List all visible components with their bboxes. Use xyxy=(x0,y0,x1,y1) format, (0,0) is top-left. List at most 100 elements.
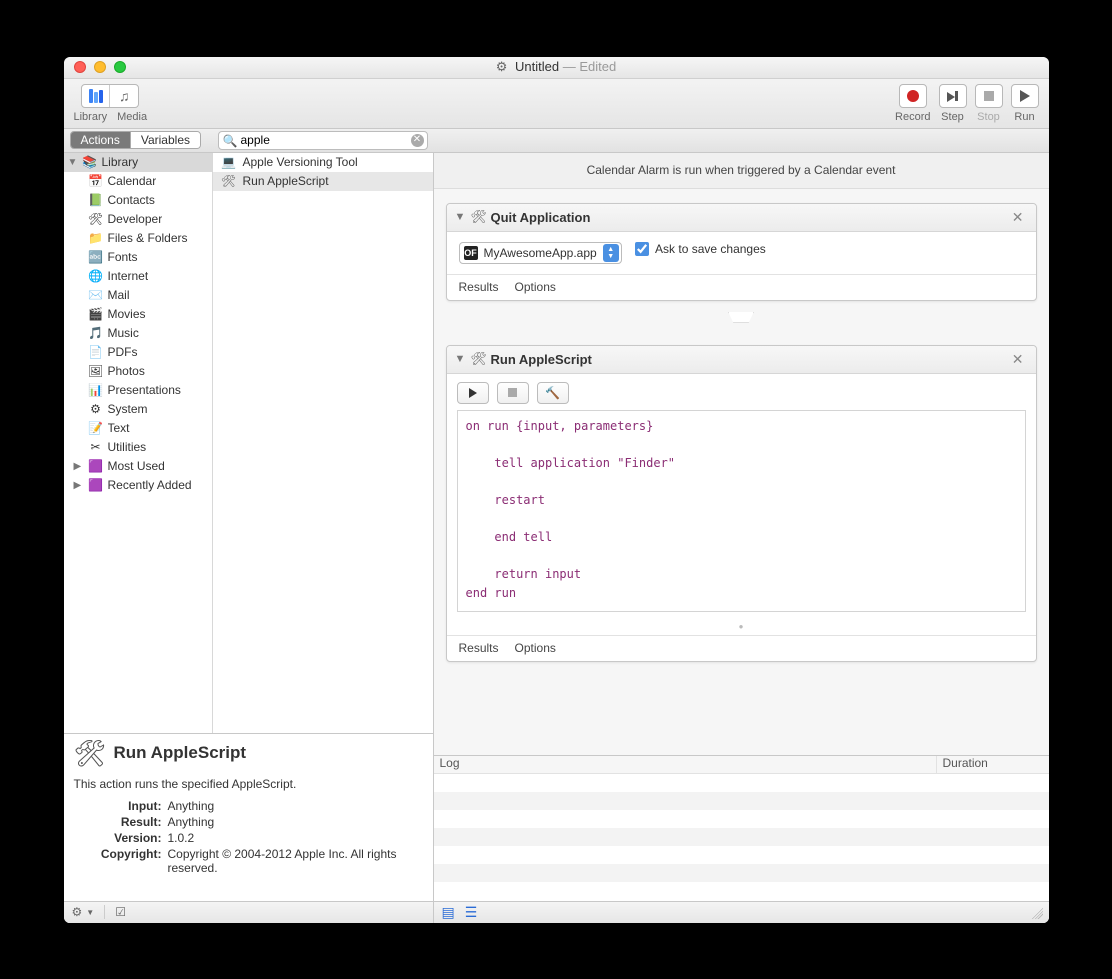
action-list-item[interactable]: 💻Apple Versioning Tool xyxy=(213,153,433,172)
stop-script-button[interactable] xyxy=(497,382,529,404)
log-panel: Log Duration xyxy=(434,755,1049,901)
tree-item-label: Files & Folders xyxy=(108,231,188,245)
tree-item[interactable]: 📅Calendar xyxy=(64,172,212,191)
tree-item[interactable]: 📄PDFs xyxy=(64,343,212,362)
options-button[interactable]: Options xyxy=(515,641,556,655)
script-editor[interactable]: on run {input, parameters} tell applicat… xyxy=(457,410,1026,612)
search-icon: 🔍 xyxy=(223,134,238,148)
run-button[interactable] xyxy=(1011,84,1039,108)
search-input[interactable] xyxy=(218,131,428,150)
action-label: Run AppleScript xyxy=(243,174,329,188)
info-key: Input: xyxy=(74,799,168,813)
toggle-library-button[interactable] xyxy=(82,85,110,107)
utilities-icon: 🛠 xyxy=(471,351,487,367)
info-value: Copyright © 2004-2012 Apple Inc. All rig… xyxy=(168,847,423,875)
action-quit-application[interactable]: ▼ 🛠 Quit Application ✕ OF MyAwesomeApp.a… xyxy=(446,203,1037,301)
view-flow-button[interactable]: ☰ xyxy=(465,904,478,921)
category-icon: 📁 xyxy=(88,231,104,245)
tree-root[interactable]: ▼📚Library xyxy=(64,153,212,172)
resize-grip[interactable] xyxy=(1029,905,1043,919)
category-icon: 🖼 xyxy=(88,364,104,378)
tree-item[interactable]: 📝Text xyxy=(64,419,212,438)
action-run-applescript[interactable]: ▼ 🛠 Run AppleScript ✕ 🔨 on run {input, p… xyxy=(446,345,1037,662)
tab-variables[interactable]: Variables xyxy=(131,132,200,148)
info-key: Version: xyxy=(74,831,168,845)
tree-item-label: Movies xyxy=(108,307,146,321)
category-icon: 🌐 xyxy=(88,269,104,283)
disclosure-triangle-icon[interactable]: ▼ xyxy=(455,211,467,223)
document-name: Untitled xyxy=(515,59,559,74)
tree-item-label: PDFs xyxy=(108,345,138,359)
step-label: Step xyxy=(941,111,964,123)
tree-item[interactable]: 📊Presentations xyxy=(64,381,212,400)
toolbar: ♫ Library Media Record Step Stop xyxy=(64,79,1049,129)
remove-action-button[interactable]: ✕ xyxy=(1008,351,1028,368)
ask-save-changes-input[interactable] xyxy=(635,242,649,256)
results-button[interactable]: Results xyxy=(459,280,499,294)
tree-item[interactable]: 🌐Internet xyxy=(64,267,212,286)
document-edited-indicator: — Edited xyxy=(563,59,616,74)
action-search: 🔍 ✕ xyxy=(218,131,428,150)
subtoolbar: Actions Variables 🔍 ✕ xyxy=(64,129,1049,153)
tree-item-label: Fonts xyxy=(108,250,138,264)
library-tree[interactable]: ▼📚Library📅Calendar📗Contacts🛠Developer 📁 Fi… xyxy=(64,153,213,733)
tree-item[interactable]: 🔤Fonts xyxy=(64,248,212,267)
action-list[interactable]: 💻Apple Versioning Tool 🛠 Run AppleScript xyxy=(213,153,433,733)
workflow-area[interactable]: ▼ 🛠 Quit Application ✕ OF MyAwesomeApp.a… xyxy=(434,189,1049,755)
log-column-header[interactable]: Log xyxy=(434,756,937,773)
tree-item[interactable]: ▶🟪Recently Added xyxy=(64,476,212,495)
action-icon: 🛠 xyxy=(221,174,237,188)
resize-handle[interactable]: ● xyxy=(447,622,1036,635)
tree-item[interactable]: ✉️Mail xyxy=(64,286,212,305)
info-title: Run AppleScript xyxy=(114,743,247,763)
tree-item[interactable]: 📁 Files & Folders xyxy=(64,229,212,248)
view-list-button[interactable]: ▤ xyxy=(442,904,455,921)
view-toggle-button[interactable]: ☑ xyxy=(115,905,126,919)
chevron-right-icon: ▶ xyxy=(74,461,84,472)
compile-script-button[interactable]: 🔨 xyxy=(537,382,569,404)
run-script-button[interactable] xyxy=(457,382,489,404)
tab-actions[interactable]: Actions xyxy=(71,132,131,148)
left-pane: ▼📚Library📅Calendar📗Contacts🛠Developer 📁 Fi… xyxy=(64,153,434,923)
category-icon: 📅 xyxy=(88,174,104,188)
automator-window: ⚙ Untitled — Edited ♫ Library Media xyxy=(64,57,1049,923)
right-statusbar: ▤ ☰ xyxy=(434,901,1049,923)
tree-item-label: Text xyxy=(108,421,130,435)
play-icon xyxy=(469,388,477,398)
tree-item[interactable]: 🎬Movies xyxy=(64,305,212,324)
tree-item[interactable]: 🎵Music xyxy=(64,324,212,343)
action-label: Apple Versioning Tool xyxy=(243,155,358,169)
stop-label: Stop xyxy=(977,111,1000,123)
disclosure-triangle-icon[interactable]: ▼ xyxy=(455,353,467,365)
step-icon xyxy=(947,90,959,102)
right-pane: Calendar Alarm is run when triggered by … xyxy=(434,153,1049,923)
options-button[interactable]: Options xyxy=(515,280,556,294)
tree-item[interactable]: 📗Contacts xyxy=(64,191,212,210)
action-list-item[interactable]: 🛠 Run AppleScript xyxy=(213,172,433,191)
tree-item[interactable]: ✂Utilities xyxy=(64,438,212,457)
clear-search-button[interactable]: ✕ xyxy=(411,134,424,147)
app-icon: OF xyxy=(464,246,478,260)
results-button[interactable]: Results xyxy=(459,641,499,655)
category-icon: 🛠 xyxy=(88,212,104,226)
tree-item[interactable]: 🖼Photos xyxy=(64,362,212,381)
tree-item[interactable]: ⚙System xyxy=(64,400,212,419)
stop-button[interactable] xyxy=(975,84,1003,108)
action-title: Run AppleScript xyxy=(491,352,1008,367)
applescript-icon: 🛠 xyxy=(74,738,106,769)
library-label: Library xyxy=(74,111,108,123)
duration-column-header[interactable]: Duration xyxy=(937,756,1049,773)
toggle-media-button[interactable]: ♫ xyxy=(110,85,138,107)
remove-action-button[interactable]: ✕ xyxy=(1008,209,1028,226)
gear-menu-button[interactable]: ⚙ xyxy=(72,905,83,919)
application-dropdown[interactable]: OF MyAwesomeApp.app ▲▼ xyxy=(459,242,622,264)
step-button[interactable] xyxy=(939,84,967,108)
record-button[interactable] xyxy=(899,84,927,108)
category-icon: ⚙ xyxy=(88,402,104,416)
stepper-icon: ▲▼ xyxy=(603,244,619,262)
tree-item[interactable]: 🛠Developer xyxy=(64,210,212,229)
ask-save-changes-checkbox[interactable]: Ask to save changes xyxy=(635,242,766,256)
tree-item-label: Utilities xyxy=(108,440,147,454)
tree-item[interactable]: ▶🟪Most Used xyxy=(64,457,212,476)
category-icon: 📊 xyxy=(88,383,104,397)
